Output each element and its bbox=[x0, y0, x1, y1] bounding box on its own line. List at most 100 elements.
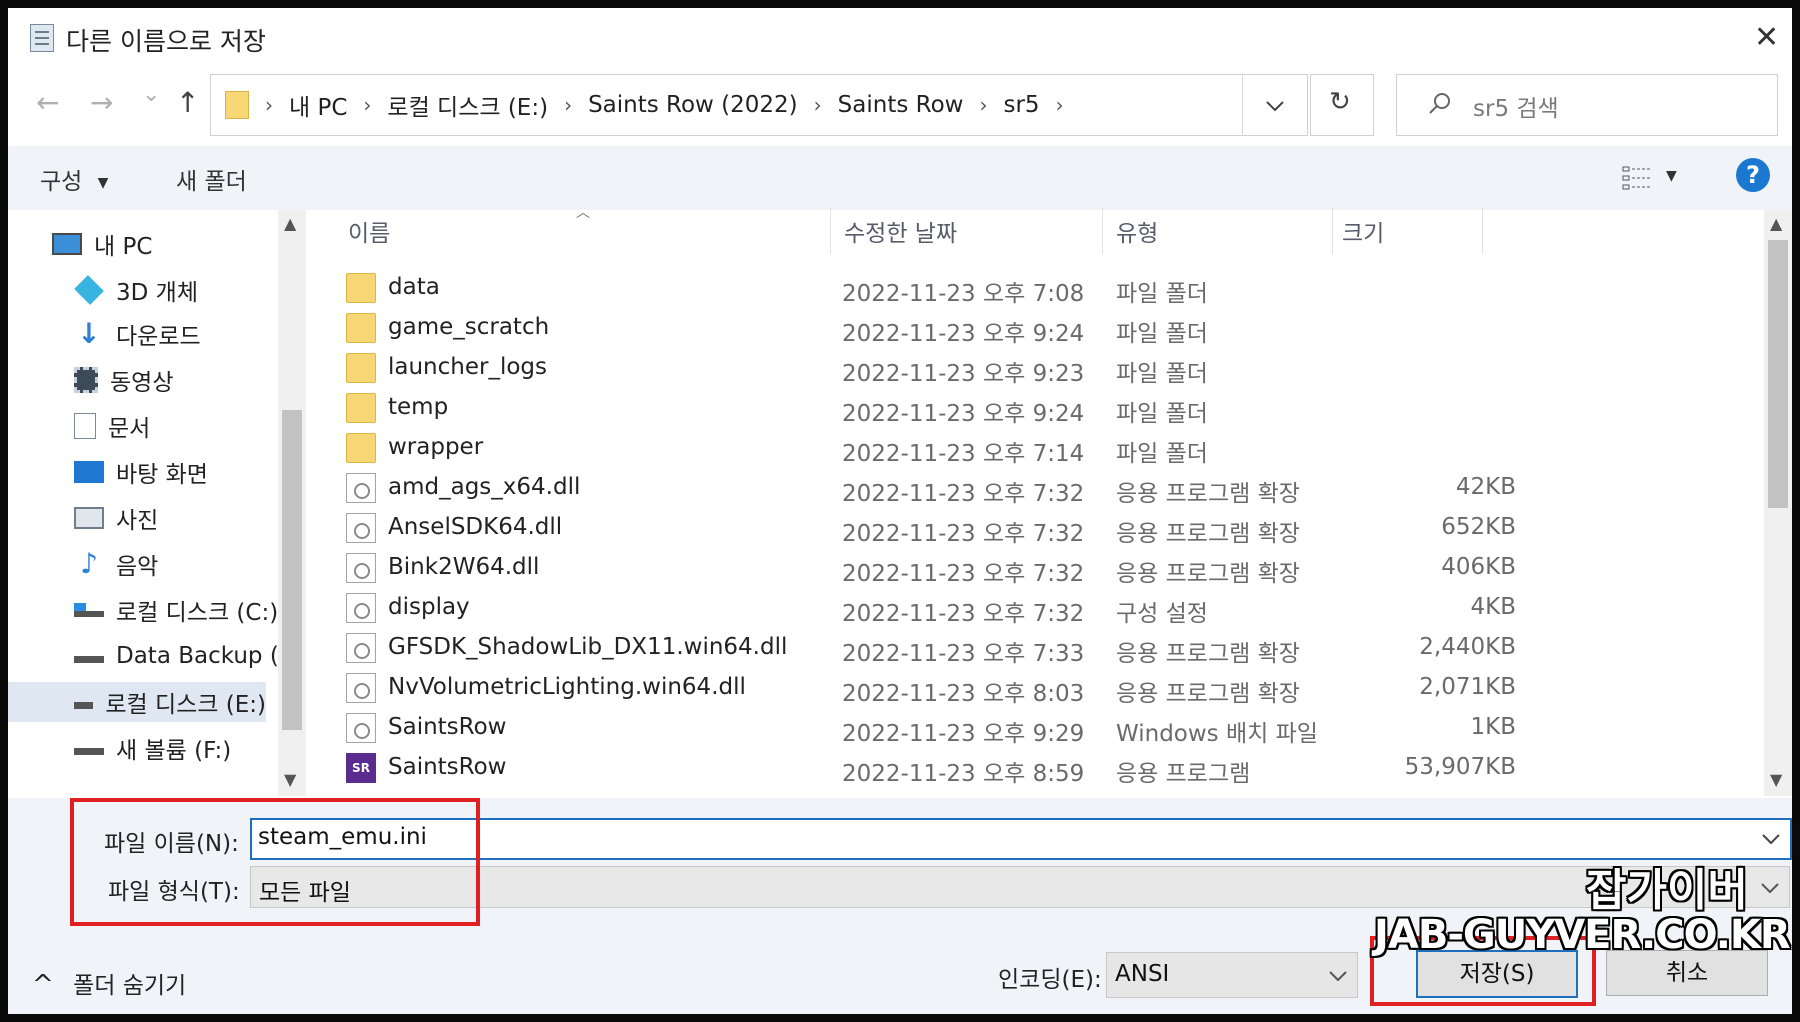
file-size: 53,907KB bbox=[1404, 754, 1516, 780]
file-type: 응용 프로그램 확장 bbox=[1116, 521, 1300, 547]
view-options-button[interactable]: ▼ bbox=[1622, 164, 1682, 192]
file-date: 2022-11-23 오후 7:08 bbox=[842, 281, 1085, 307]
file-name: SaintsRow bbox=[388, 754, 507, 780]
column-header-type[interactable]: 유형 bbox=[1116, 214, 1158, 248]
file-name: GFSDK_ShadowLib_DX11.win64.dll bbox=[388, 634, 788, 660]
help-button[interactable]: ? bbox=[1736, 158, 1770, 192]
new-folder-button[interactable]: 새 폴더 bbox=[176, 162, 247, 196]
pc-icon bbox=[52, 233, 82, 255]
dll-file-icon bbox=[346, 473, 376, 503]
file-row[interactable]: launcher_logs 2022-11-23 오후 9:23 파일 폴더 bbox=[346, 348, 1516, 388]
file-date: 2022-11-23 오후 7:32 bbox=[842, 601, 1085, 627]
file-type: 파일 폴더 bbox=[1116, 401, 1208, 427]
filename-input[interactable]: steam_emu.ini bbox=[250, 818, 1792, 860]
breadcrumb-saints-row-2022[interactable]: Saints Row (2022) bbox=[588, 92, 798, 118]
file-row[interactable]: display 2022-11-23 오후 7:32 구성 설정 4KB bbox=[346, 588, 1516, 628]
watermark-title: 잡가이버 bbox=[1586, 865, 1748, 916]
address-bar[interactable]: › 내 PC › 로컬 디스크 (E:) › Saints Row (2022)… bbox=[210, 74, 1308, 136]
chevron-down-icon bbox=[1761, 883, 1779, 893]
breadcrumb-separator: › bbox=[363, 93, 372, 117]
forward-button[interactable]: → bbox=[90, 86, 113, 119]
sidebar-item-label: 내 PC bbox=[94, 234, 153, 260]
breadcrumb-my-pc[interactable]: 내 PC bbox=[289, 88, 347, 122]
breadcrumb-local-disk-e[interactable]: 로컬 디스크 (E:) bbox=[387, 88, 548, 122]
file-type: 응용 프로그램 확장 bbox=[1116, 561, 1300, 587]
refresh-icon: ↻ bbox=[1329, 87, 1351, 117]
file-date: 2022-11-23 오후 7:14 bbox=[842, 441, 1085, 467]
folder-icon bbox=[225, 91, 249, 119]
back-button[interactable]: ← bbox=[36, 86, 59, 119]
file-row[interactable]: temp 2022-11-23 오후 9:24 파일 폴더 bbox=[346, 388, 1516, 428]
chevron-down-icon bbox=[1266, 101, 1284, 112]
hide-folders-button[interactable]: ^ 폴더 숨기기 bbox=[32, 966, 186, 1000]
folder-icon bbox=[346, 313, 376, 343]
column-header-size[interactable]: 크기 bbox=[1342, 214, 1384, 248]
encoding-select[interactable]: ANSI bbox=[1106, 952, 1358, 998]
file-date: 2022-11-23 오후 7:33 bbox=[842, 641, 1085, 667]
file-date: 2022-11-23 오후 8:59 bbox=[842, 761, 1085, 787]
file-name: display bbox=[388, 594, 470, 620]
column-divider[interactable] bbox=[1332, 208, 1333, 254]
chevron-down-icon bbox=[1762, 834, 1780, 844]
file-type: 파일 폴더 bbox=[1116, 281, 1208, 307]
column-divider[interactable] bbox=[1102, 208, 1103, 254]
file-row[interactable]: Bink2W64.dll 2022-11-23 오후 7:32 응용 프로그램 … bbox=[346, 548, 1516, 588]
breadcrumb-sr5[interactable]: sr5 bbox=[1003, 92, 1039, 118]
file-date: 2022-11-23 오후 9:29 bbox=[842, 721, 1085, 747]
file-type: 응용 프로그램 확장 bbox=[1116, 641, 1300, 667]
file-type: 파일 폴더 bbox=[1116, 441, 1208, 467]
file-size: 2,071KB bbox=[1419, 674, 1516, 700]
sort-ascending-icon: ︿ bbox=[576, 205, 590, 221]
file-name: Bink2W64.dll bbox=[388, 554, 540, 580]
file-type: 응용 프로그램 확장 bbox=[1116, 481, 1300, 507]
encoding-label: 인코딩(E): bbox=[998, 967, 1102, 993]
file-name: launcher_logs bbox=[388, 354, 548, 380]
chevron-up-icon: ^ bbox=[32, 970, 54, 1000]
organize-button[interactable]: 구성 ▼ bbox=[40, 162, 108, 196]
column-divider[interactable] bbox=[830, 208, 831, 254]
folder-icon bbox=[346, 273, 376, 303]
scroll-up-arrow-icon: ▲ bbox=[284, 214, 297, 233]
breadcrumb-separator: › bbox=[564, 93, 573, 117]
address-dropdown-button[interactable] bbox=[1242, 74, 1307, 136]
file-row[interactable]: game_scratch 2022-11-23 오후 9:24 파일 폴더 bbox=[346, 308, 1516, 348]
filetype-select[interactable]: 모든 파일 bbox=[250, 866, 1790, 908]
file-row[interactable]: data 2022-11-23 오후 7:08 파일 폴더 bbox=[346, 268, 1516, 308]
file-row[interactable]: NvVolumetricLighting.win64.dll 2022-11-2… bbox=[346, 668, 1516, 708]
file-name: game_scratch bbox=[388, 314, 550, 340]
file-row[interactable]: GFSDK_ShadowLib_DX11.win64.dll 2022-11-2… bbox=[346, 628, 1516, 668]
breadcrumb-saints-row[interactable]: Saints Row bbox=[838, 92, 964, 118]
scroll-down-arrow-icon: ▼ bbox=[1770, 770, 1783, 789]
recent-locations-button[interactable]: ⌄ bbox=[142, 82, 160, 107]
file-row[interactable]: amd_ags_x64.dll 2022-11-23 오후 7:32 응용 프로… bbox=[346, 468, 1516, 508]
file-name: data bbox=[388, 274, 440, 300]
saintsrow-app-icon: SR bbox=[346, 753, 376, 783]
search-icon bbox=[1429, 93, 1450, 114]
column-header-date-modified[interactable]: 수정한 날짜 bbox=[844, 214, 957, 248]
up-folder-button[interactable]: ↑ bbox=[176, 86, 199, 119]
breadcrumb-separator: › bbox=[813, 93, 822, 117]
close-button[interactable]: ✕ bbox=[1754, 20, 1779, 55]
refresh-button[interactable]: ↻ bbox=[1310, 74, 1374, 136]
dll-file-icon bbox=[346, 513, 376, 543]
search-placeholder: sr5 검색 bbox=[1473, 96, 1559, 122]
highlight-box-filename bbox=[70, 798, 480, 926]
file-row[interactable]: SR SaintsRow 2022-11-23 오후 8:59 응용 프로그램 … bbox=[346, 748, 1516, 788]
file-size: 2,440KB bbox=[1419, 634, 1516, 660]
file-type: Windows 배치 파일 bbox=[1116, 721, 1318, 747]
file-date: 2022-11-23 오후 7:32 bbox=[842, 481, 1085, 507]
search-input[interactable]: sr5 검색 bbox=[1396, 74, 1778, 136]
notepad-icon bbox=[30, 24, 54, 52]
file-row[interactable]: AnselSDK64.dll 2022-11-23 오후 7:32 응용 프로그… bbox=[346, 508, 1516, 548]
scrollbar-thumb[interactable] bbox=[1768, 240, 1788, 508]
column-header-name[interactable]: 이름 bbox=[348, 214, 390, 248]
save-as-dialog: 다른 이름으로 저장 ✕ ← → ⌄ ↑ › 내 PC › 로컬 디스크 (E:… bbox=[0, 0, 1800, 1022]
file-type: 응용 프로그램 bbox=[1116, 761, 1251, 787]
file-row[interactable]: SaintsRow 2022-11-23 오후 9:29 Windows 배치 … bbox=[346, 708, 1516, 748]
file-row[interactable]: wrapper 2022-11-23 오후 7:14 파일 폴더 bbox=[346, 428, 1516, 468]
file-list-scrollbar[interactable]: ▲ ▼ bbox=[1764, 210, 1792, 796]
file-date: 2022-11-23 오후 7:32 bbox=[842, 521, 1085, 547]
column-divider[interactable] bbox=[1482, 208, 1483, 254]
file-type: 파일 폴더 bbox=[1116, 321, 1208, 347]
caret-down-icon: ▼ bbox=[1666, 168, 1677, 184]
